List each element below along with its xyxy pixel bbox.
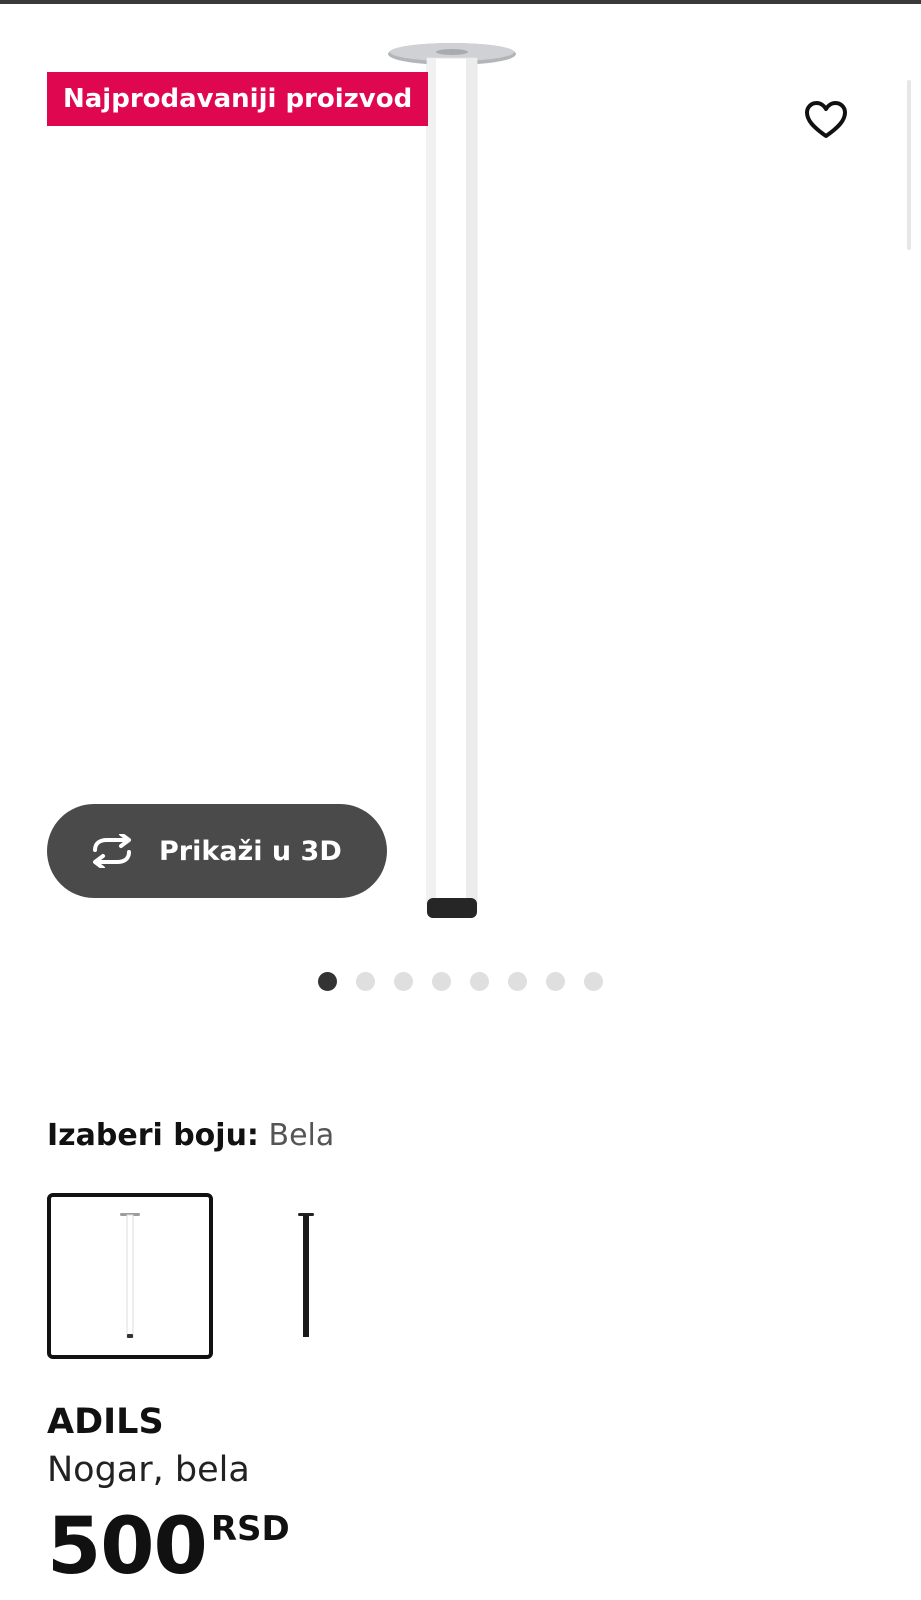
price-currency: RSD [210, 1509, 290, 1549]
carousel-dot-5[interactable] [470, 972, 489, 991]
favorite-button[interactable] [800, 94, 852, 146]
color-selector-label: Izaberi boju: Bela [47, 1118, 334, 1153]
carousel-dot-4[interactable] [432, 972, 451, 991]
heart-outline-icon [805, 101, 847, 138]
carousel-dots[interactable] [318, 972, 603, 991]
carousel-dot-8[interactable] [584, 972, 603, 991]
product-image-table-leg [388, 43, 516, 918]
bestseller-badge: Najprodavaniji proizvod [47, 72, 429, 126]
rotate-arrows-icon [87, 834, 137, 868]
carousel-dot-6[interactable] [508, 972, 527, 991]
product-gallery[interactable]: Najprodavaniji proizvod Prikaži u 3D [0, 4, 921, 1014]
product-name: ADILS [47, 1402, 164, 1442]
color-label-key: Izaberi boju: [47, 1118, 259, 1153]
price-amount: 500 [47, 1502, 208, 1592]
black-leg-thumbnail [298, 1213, 314, 1337]
view-in-3d-label: Prikaži u 3D [159, 835, 342, 867]
carousel-dot-1[interactable] [318, 972, 337, 991]
carousel-dot-2[interactable] [356, 972, 375, 991]
color-label-value: Bela [268, 1118, 335, 1153]
white-leg-thumbnail [120, 1213, 140, 1338]
color-swatch-black[interactable] [223, 1193, 389, 1359]
product-price: 500 RSD [47, 1505, 290, 1589]
carousel-dot-7[interactable] [546, 972, 565, 991]
scroll-indicator[interactable] [907, 80, 911, 250]
product-description: Nogar, bela [47, 1450, 250, 1490]
color-swatches [47, 1193, 389, 1359]
color-swatch-white[interactable] [47, 1193, 213, 1359]
carousel-dot-3[interactable] [394, 972, 413, 991]
view-in-3d-button[interactable]: Prikaži u 3D [47, 804, 387, 898]
